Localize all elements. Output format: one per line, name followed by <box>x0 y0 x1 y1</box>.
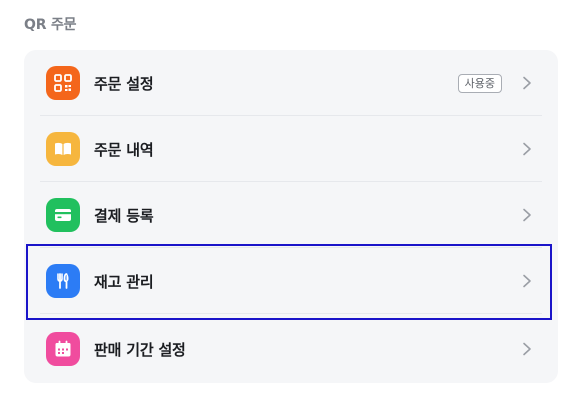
chevron-right-icon <box>523 342 531 356</box>
qr-order-menu: 주문 설정 사용중 주문 내역 결제 등록 재고 관리 판매 기간 설정 <box>24 50 558 383</box>
menu-item-label: 주문 설정 <box>94 74 154 93</box>
qr-code-icon <box>46 66 80 100</box>
chevron-right-icon <box>523 142 531 156</box>
calendar-icon <box>46 332 80 366</box>
selection-highlight <box>26 244 552 320</box>
menu-item-label: 결제 등록 <box>94 206 154 225</box>
menu-item-label: 판매 기간 설정 <box>94 340 186 359</box>
menu-item-label: 주문 내역 <box>94 140 154 159</box>
status-badge: 사용중 <box>457 73 502 93</box>
menu-item-order-settings[interactable]: 주문 설정 사용중 <box>24 50 558 116</box>
menu-item-payment-registration[interactable]: 결제 등록 <box>24 182 558 248</box>
card-icon <box>46 198 80 232</box>
chevron-right-icon <box>523 76 531 90</box>
menu-item-order-history[interactable]: 주문 내역 <box>24 116 558 182</box>
book-icon <box>46 132 80 166</box>
chevron-right-icon <box>523 208 531 222</box>
menu-item-sales-period-settings[interactable]: 판매 기간 설정 <box>24 316 558 382</box>
section-title: QR 주문 <box>24 17 77 33</box>
